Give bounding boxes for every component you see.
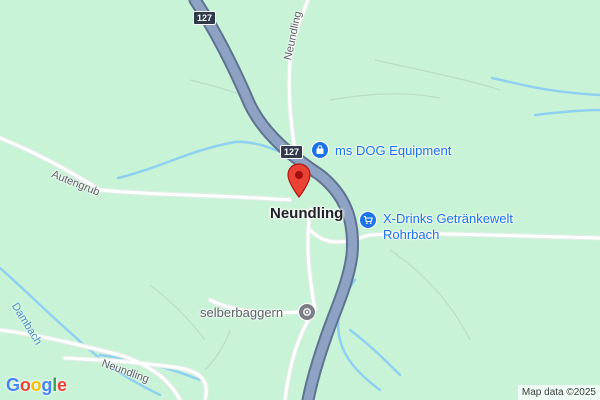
map-base-layer [0, 0, 600, 400]
stream-east [533, 108, 600, 117]
map-attribution[interactable]: Map data ©2025 [517, 385, 600, 400]
logo-letter: g [41, 375, 53, 395]
poi-label-selberbaggern: selberbaggern [200, 305, 284, 320]
shopping-bag-icon [311, 141, 329, 159]
place-dot-icon [298, 303, 316, 321]
logo-letter: e [57, 375, 67, 395]
map-canvas[interactable]: 127 127 Neundling Autengrub Neundling Da… [0, 0, 600, 400]
highway-shield-127-town: 127 [280, 145, 304, 159]
google-logo: Google [6, 375, 67, 396]
poi-label-ms-dog-equipment: ms DOG Equipment [335, 143, 452, 158]
stream-northeast [490, 76, 600, 97]
location-pin-icon[interactable] [286, 163, 312, 199]
logo-letter: o [30, 375, 42, 395]
poi-label-x-drinks: X-Drinks Getränkewelt Rohrbach [383, 211, 514, 242]
highway-shield-127-north: 127 [193, 11, 217, 25]
town-label-neundling[interactable]: Neundling [270, 205, 343, 222]
stream-central [116, 140, 302, 180]
stream-south-b [348, 328, 402, 377]
logo-letter: o [19, 375, 31, 395]
logo-letter: G [6, 375, 20, 395]
shopping-cart-icon [359, 211, 377, 229]
minor-roads [0, 0, 600, 400]
